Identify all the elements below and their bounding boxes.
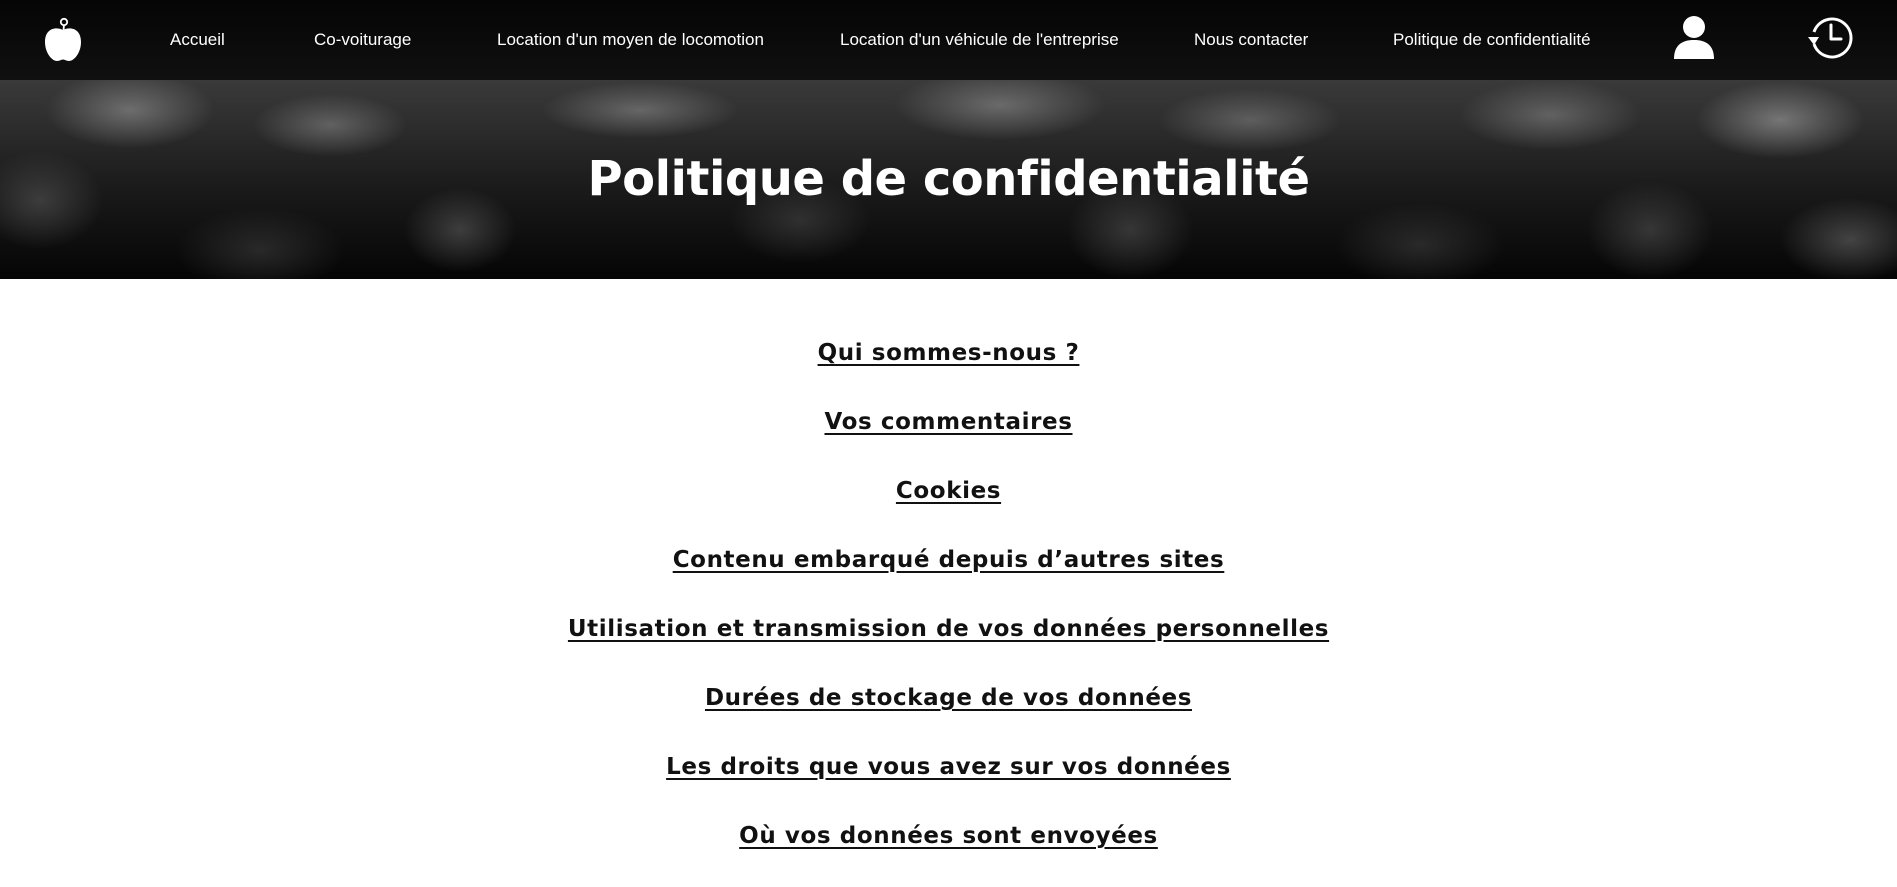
toc-link-droits[interactable]: Les droits que vous avez sur vos données — [666, 754, 1231, 780]
history-clock-icon[interactable] — [1806, 14, 1854, 62]
toc-link-qui-sommes-nous[interactable]: Qui sommes-nous ? — [818, 340, 1080, 366]
nav-link-accueil[interactable]: Accueil — [170, 0, 225, 80]
toc-item: Cookies — [0, 471, 1897, 511]
nav-link-nous-contacter[interactable]: Nous contacter — [1194, 0, 1308, 80]
apple-logo-icon[interactable] — [43, 16, 83, 62]
nav-link-co-voiturage[interactable]: Co-voiturage — [314, 0, 411, 80]
toc-item: Les droits que vous avez sur vos données — [0, 747, 1897, 787]
nav-link-location-vehicule-entreprise[interactable]: Location d'un véhicule de l'entreprise — [840, 0, 1119, 80]
user-icon[interactable] — [1672, 15, 1716, 59]
toc-item: Où vos données sont envoyées — [0, 816, 1897, 856]
toc-link-contenu-embarque[interactable]: Contenu embarqué depuis d’autres sites — [673, 547, 1225, 573]
toc-link-donnees-envoyees[interactable]: Où vos données sont envoyées — [739, 823, 1158, 849]
toc-link-utilisation-transmission[interactable]: Utilisation et transmission de vos donné… — [568, 616, 1329, 642]
toc-link-vos-commentaires[interactable]: Vos commentaires — [824, 409, 1072, 435]
toc-link-cookies[interactable]: Cookies — [896, 478, 1001, 504]
toc-item: Utilisation et transmission de vos donné… — [0, 609, 1897, 649]
nav-link-politique-confidentialite[interactable]: Politique de confidentialité — [1393, 0, 1591, 80]
toc-item: Qui sommes-nous ? — [0, 333, 1897, 373]
nav-link-location-moyen-locomotion[interactable]: Location d'un moyen de locomotion — [497, 0, 764, 80]
page-title: Politique de confidentialité — [587, 151, 1310, 207]
top-navbar: Accueil Co-voiturage Location d'un moyen… — [0, 0, 1897, 80]
toc-item: Durées de stockage de vos données — [0, 678, 1897, 718]
hero-banner: Politique de confidentialité — [0, 80, 1897, 279]
toc-item: Contenu embarqué depuis d’autres sites — [0, 540, 1897, 580]
toc-item: Vos commentaires — [0, 402, 1897, 442]
toc-link-durees-stockage[interactable]: Durées de stockage de vos données — [705, 685, 1192, 711]
